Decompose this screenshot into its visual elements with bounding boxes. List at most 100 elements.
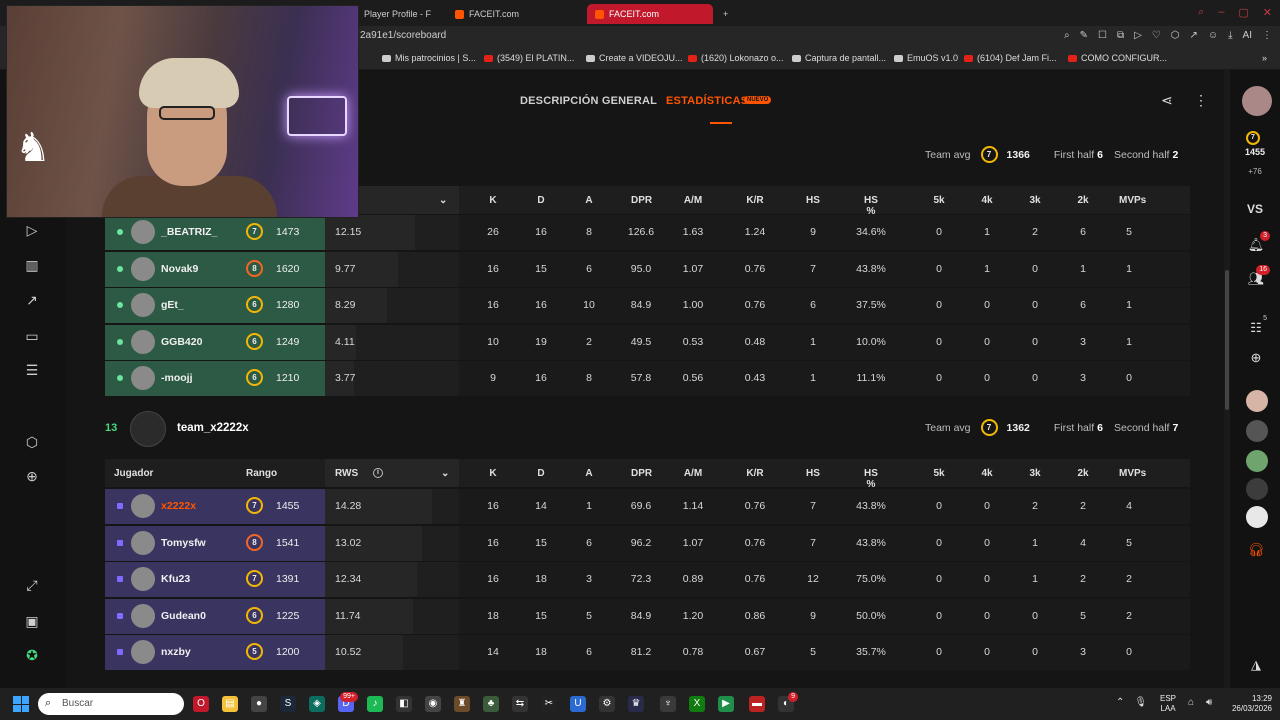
bookmark-item[interactable]: Captura de pantall... — [792, 53, 886, 63]
col-k2[interactable]: 2k — [1073, 195, 1093, 206]
table-row[interactable]: Kfu23 7 1391 12.34 16 18 3 72.3 0.89 0.76 12 75.0% 0… — [105, 562, 1190, 597]
table-row[interactable]: gEt_ 6 1280 8.29 16 16 10 84.9 1.00 0.76 6 37.5% 0 0 0… — [105, 288, 1190, 323]
file-explorer-icon[interactable]: ▤ — [222, 696, 238, 712]
table-row[interactable]: x2222x 7 1455 14.28 16 14 1 69.6 1.14 0.76 7 43.8% 0… — [105, 489, 1190, 524]
app-icon[interactable]: ♛ — [628, 696, 644, 712]
club-icon[interactable]: ⬡ — [23, 433, 41, 451]
player-cell[interactable]: _BEATRIZ_ 7 1473 — [105, 215, 325, 250]
pin-icon[interactable]: ✎ — [1080, 30, 1088, 41]
player-name[interactable]: x2222x — [161, 500, 196, 512]
clock[interactable]: 13:29 26/03/2026 — [1224, 694, 1272, 714]
col-hs[interactable]: HS — [803, 195, 823, 206]
col-a[interactable]: A — [579, 468, 599, 479]
bookmark-item[interactable]: EmuOS v1.0 — [894, 53, 958, 63]
tab-faceit-active[interactable]: FACEIT.com — [587, 4, 714, 24]
add-icon[interactable]: ⊕ — [23, 467, 41, 485]
player-name[interactable]: Tomysfw — [161, 537, 206, 549]
ai-button[interactable]: AI — [1243, 30, 1252, 41]
table-row[interactable]: Tomysfw 8 1541 13.02 16 15 6 96.2 1.07 0.76 7 43.8%… — [105, 525, 1190, 561]
friend-avatar[interactable] — [1246, 478, 1268, 500]
player-cell[interactable]: Novak9 8 1620 — [105, 251, 325, 287]
col-k4[interactable]: 4k — [977, 468, 997, 479]
friend-avatar[interactable] — [1246, 420, 1268, 442]
more-options-icon[interactable]: ⋮ — [1194, 92, 1208, 109]
app-icon[interactable]: ◧ — [396, 696, 412, 712]
zoom-icon[interactable]: ⌕ — [1064, 30, 1070, 41]
col-a[interactable]: A — [579, 195, 599, 206]
play-icon[interactable]: ▷ — [1134, 30, 1142, 41]
new-tab-button[interactable]: + — [715, 4, 736, 24]
user-avatar[interactable] — [1242, 86, 1272, 116]
premium-icon[interactable]: ✪ — [23, 646, 41, 664]
table-row[interactable]: Gudean0 6 1225 11.74 18 15 5 84.9 1.20 0.86 9 50.0%… — [105, 598, 1190, 634]
tab-faceit-1[interactable]: FACEIT.com — [447, 4, 527, 24]
bookmark-item[interactable]: Mis patrocinios | S... — [382, 53, 476, 63]
app-icon[interactable]: ♆ — [660, 696, 676, 712]
col-mvps[interactable]: MVPs — [1119, 468, 1146, 479]
faceit-logo-icon[interactable]: ◮ — [1246, 655, 1266, 675]
language-indicator[interactable]: ESP LAA — [1160, 694, 1176, 714]
bookmark-item[interactable]: (6104) Def Jam Fi... — [964, 53, 1057, 63]
player-name[interactable]: Kfu23 — [161, 573, 190, 585]
add-friend-icon[interactable]: ⊕ — [1246, 348, 1266, 368]
app-icon[interactable]: ⇆ — [512, 696, 528, 712]
app-icon[interactable]: ⚙ — [599, 696, 615, 712]
col-rank[interactable]: Rango — [246, 468, 277, 479]
friend-avatar[interactable] — [1246, 506, 1268, 528]
friends-icon[interactable]: 👥︎ 16 — [1246, 265, 1270, 289]
player-name[interactable]: _BEATRIZ_ — [161, 226, 217, 238]
info-icon[interactable]: i — [367, 468, 383, 479]
steam-icon[interactable]: S — [280, 696, 296, 712]
url-field[interactable]: 2a91e1/scoreboard — [360, 30, 446, 41]
table-row[interactable]: Novak9 8 1620 9.77 16 15 6 95.0 1.07 0.76 7 43.8% 0 1… — [105, 251, 1190, 287]
bookmark-item[interactable]: Create a VIDEOJU... — [586, 53, 683, 63]
table-row[interactable]: nxzby 5 1200 10.52 14 18 6 81.2 0.78 0.67 5 35.7% 0 0… — [105, 635, 1190, 670]
app-icon[interactable]: ◈ — [309, 696, 325, 712]
col-hs[interactable]: HS — [803, 468, 823, 479]
player-name[interactable]: nxzby — [161, 646, 191, 658]
taskbar-search[interactable]: ⌕ Buscar — [38, 693, 184, 715]
capcut-icon[interactable]: ✂ — [541, 696, 557, 712]
network-icon[interactable]: ⌂ — [1188, 697, 1194, 708]
party-icon[interactable]: ☷ 5 — [1246, 315, 1267, 338]
tab-statistics[interactable]: ESTADÍSTICAS — [666, 95, 748, 107]
mic-icon[interactable]: 🎙︎ — [1134, 697, 1147, 708]
col-kr[interactable]: K/R — [745, 468, 765, 479]
profile-icon[interactable]: ☺ — [1208, 30, 1218, 41]
col-dpr[interactable]: DPR — [631, 468, 652, 479]
col-am[interactable]: A/M — [683, 195, 703, 206]
app-icon[interactable]: ◐ 9 — [778, 692, 798, 712]
start-icon[interactable] — [13, 696, 29, 712]
col-d[interactable]: D — [531, 468, 551, 479]
bookmark-icon[interactable]: ☐ — [1098, 30, 1107, 41]
search-tabs-icon[interactable]: ⌕ — [1198, 6, 1204, 19]
col-d[interactable]: D — [531, 195, 551, 206]
col-am[interactable]: A/M — [683, 468, 703, 479]
shop-icon[interactable]: ▣ — [23, 612, 41, 630]
player-name[interactable]: GGB420 — [161, 336, 202, 348]
friend-avatar[interactable] — [1246, 450, 1268, 472]
extensions-icon[interactable]: ⬡ — [1171, 30, 1180, 41]
scrollbar-thumb[interactable] — [1225, 270, 1229, 410]
player-cell[interactable]: gEt_ 6 1280 — [105, 288, 325, 323]
col-kr[interactable]: K/R — [745, 195, 765, 206]
spotify-icon[interactable]: ♪ — [367, 696, 383, 712]
screenshot-icon[interactable]: ⧉ — [1117, 30, 1124, 41]
bookmark-item[interactable]: (1620) Lokonazo o... — [688, 53, 784, 63]
xbox-icon[interactable]: X — [689, 696, 705, 712]
col-dpr[interactable]: DPR — [631, 195, 652, 206]
col-k5[interactable]: 5k — [929, 195, 949, 206]
player-name[interactable]: -moojj — [161, 372, 193, 384]
menu-icon[interactable]: ⋮ — [1262, 30, 1272, 41]
bookmark-item[interactable]: (3549) El PLATIN... — [484, 53, 574, 63]
col-k3[interactable]: 3k — [1025, 195, 1045, 206]
app-icon[interactable]: ▬ — [749, 696, 765, 712]
app-icon[interactable]: ● — [251, 696, 267, 712]
bookmarks-overflow-icon[interactable]: » — [1262, 53, 1267, 63]
player-cell[interactable]: Gudean0 6 1225 — [105, 598, 325, 634]
opera-icon[interactable]: O — [193, 696, 209, 712]
app-icon[interactable]: ◉ — [425, 696, 441, 712]
player-name[interactable]: Gudean0 — [161, 610, 206, 622]
support-headset-icon[interactable]: 🎧︎ — [1246, 540, 1266, 560]
volume-icon[interactable]: 🔊︎ — [1206, 697, 1212, 708]
